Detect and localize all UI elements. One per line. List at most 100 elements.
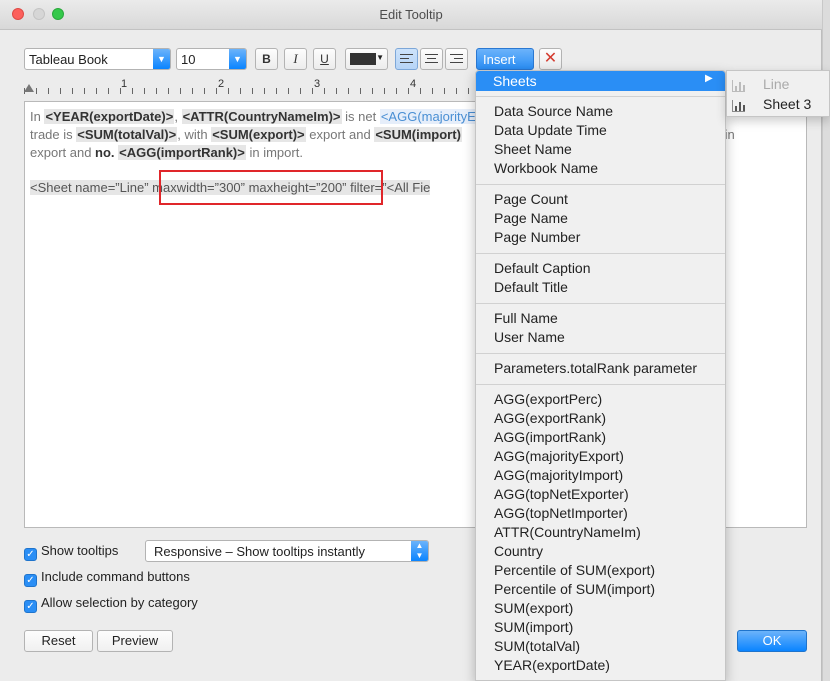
menu-item[interactable]: Workbook Name [494,160,598,176]
text-run: , [174,109,182,124]
ruler: 1 2 3 4 [24,78,474,94]
submenu-item-line: Line [732,76,790,92]
menu-separator [476,353,725,354]
menu-separator [476,184,725,185]
chevron-down-icon: ▼ [376,53,384,62]
menu-item[interactable]: Page Number [494,229,580,245]
submenu-item-label: Line [763,76,790,92]
font-size-select[interactable]: 10 ▼ [176,48,247,70]
menu-separator [476,253,725,254]
menu-item[interactable]: Sheet Name [494,141,572,157]
text-run: is net [341,109,380,124]
reset-button[interactable]: Reset [24,630,93,652]
menu-item[interactable]: Full Name [494,310,558,326]
submenu-item-sheet-3[interactable]: Sheet 3 [732,96,812,112]
font-size-value: 10 [181,52,196,67]
menu-item[interactable]: AGG(exportRank) [494,410,606,426]
menu-item[interactable]: AGG(importRank) [494,429,606,445]
dialog-title: Edit Tooltip [379,7,443,22]
align-center-icon [425,54,438,63]
show-tooltips-label: Show tooltips [41,543,119,558]
align-right-button[interactable] [445,48,468,70]
menu-item[interactable]: AGG(exportPerc) [494,391,602,407]
field-token: <SUM(export)> [211,127,306,142]
allow-selection-label: Allow selection by category [41,595,198,610]
menu-item[interactable]: ATTR(CountryNameIm) [494,524,641,540]
chevron-down-icon: ▼ [229,49,246,69]
text-run: trade is [30,127,77,142]
italic-button[interactable]: I [284,48,307,70]
field-token: <ATTR(CountryNameIm)> [181,109,342,124]
include-command-buttons-label: Include command buttons [41,569,190,584]
text-run: , with [177,127,212,142]
ruler-tick: 1 [121,78,128,90]
bar-chart-icon [732,80,745,92]
insert-label: Insert [483,52,516,67]
text-color-picker[interactable]: ▼ [345,48,388,70]
field-token: <AGG(importRank)> [118,145,246,160]
menu-separator [476,96,725,97]
menu-item[interactable]: Data Update Time [494,122,607,138]
menu-item[interactable]: AGG(topNetExporter) [494,486,629,502]
include-command-buttons-checkbox[interactable]: ✓ Include command buttons [24,569,190,587]
tooltip-mode-select[interactable]: Responsive – Show tooltips instantly ▲ ▼ [145,540,429,562]
ruler-tick: 3 [314,78,321,90]
menu-item[interactable]: AGG(majorityImport) [494,467,623,483]
sheets-submenu: Line Sheet 3 [726,70,830,117]
menu-item[interactable]: Percentile of SUM(import) [494,581,655,597]
align-left-button[interactable] [395,48,418,70]
menu-item[interactable]: SUM(export) [494,600,573,616]
menu-separator [476,384,725,385]
bold-button[interactable]: B [255,48,278,70]
title-bar: Edit Tooltip [0,0,822,30]
submenu-item-label: Sheet 3 [763,96,812,112]
allow-selection-checkbox[interactable]: ✓ Allow selection by category [24,595,198,613]
menu-item[interactable]: Default Title [494,279,568,295]
menu-item-sheets[interactable]: Sheets ▶ [476,71,725,91]
menu-item[interactable]: Page Count [494,191,568,207]
menu-item[interactable]: Country [494,543,543,559]
align-right-icon [450,54,463,63]
text-run: export and [30,145,96,160]
menu-item[interactable]: AGG(majorityExport) [494,448,624,464]
field-token: no. [95,145,115,160]
field-token: <SUM(totalVal)> [76,127,178,142]
indent-marker[interactable] [24,84,34,92]
insert-button[interactable]: Insert ▼ [476,48,534,81]
font-family-value: Tableau Book [29,52,108,67]
field-token: <SUM(import) [374,127,462,142]
menu-item[interactable]: SUM(totalVal) [494,638,580,654]
show-tooltips-checkbox[interactable]: ✓ Show tooltips [24,543,118,561]
menu-item[interactable]: User Name [494,329,565,345]
menu-item[interactable]: Default Caption [494,260,591,276]
close-icon: ✕ [543,50,558,67]
underline-button[interactable]: U [313,48,336,70]
submenu-arrow-icon: ▶ [705,73,713,84]
ok-button[interactable]: OK [737,630,807,652]
menu-item[interactable]: Parameters.totalRank parameter [494,360,697,376]
text-run: In [30,109,45,124]
align-center-button[interactable] [420,48,443,70]
menu-item[interactable]: Data Source Name [494,103,613,119]
menu-item[interactable]: Page Name [494,210,568,226]
menu-item-sheets-label: Sheets [493,73,537,89]
menu-item[interactable]: SUM(import) [494,619,573,635]
font-family-select[interactable]: Tableau Book ▼ [24,48,171,70]
field-token: <YEAR(exportDate)> [44,109,175,124]
menu-separator [476,303,725,304]
updown-chevron-icon: ▲ ▼ [411,541,428,561]
clear-formatting-button[interactable]: ✕ [539,48,562,70]
insert-menu: Sheets ▶ Data Source Name Data Update Tim… [475,70,726,681]
color-swatch [350,53,376,65]
preview-button[interactable]: Preview [97,630,173,652]
menu-item[interactable]: Percentile of SUM(export) [494,562,655,578]
menu-item[interactable]: AGG(topNetImporter) [494,505,628,521]
text-run: in import. [245,145,303,160]
checkmark-icon: ✓ [24,574,37,587]
ruler-tick: 4 [410,78,417,90]
bar-chart-icon [732,100,745,112]
highlight-annotation-box [159,170,383,205]
text-run: export and [305,127,375,142]
field-token: <AGG(majorityE [379,109,477,124]
menu-item[interactable]: YEAR(exportDate) [494,657,610,673]
